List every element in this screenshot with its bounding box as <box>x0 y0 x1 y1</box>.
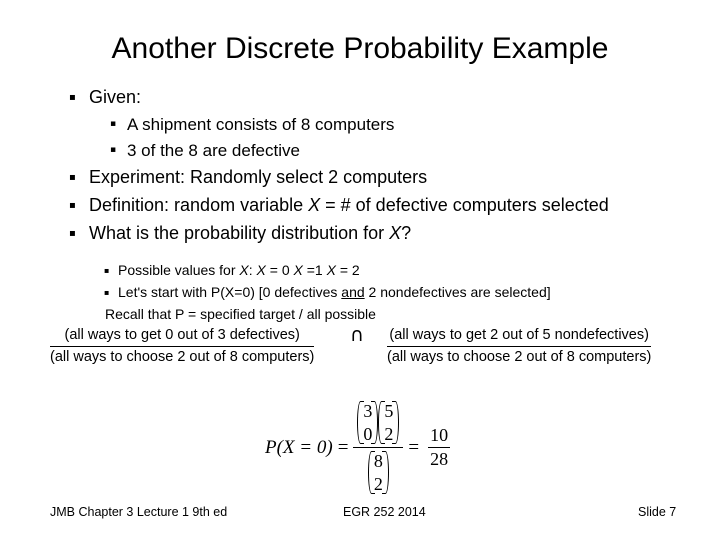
result-numerator: 10 <box>430 425 449 445</box>
slide-body: ▪ Given: ▪ A shipment consists of 8 comp… <box>0 84 720 326</box>
footer-left-text: JMB Chapter 3 Lecture 1 9th ed <box>50 505 228 519</box>
page-title: Another Discrete Probability Example <box>111 32 609 65</box>
question-suffix: ? <box>401 223 412 243</box>
equation-lhs: P(X = 0) <box>265 436 333 458</box>
equation-result-fraction: 10 28 <box>428 425 451 470</box>
bullet-item-question: ▪ What is the probability distribution f… <box>0 220 720 248</box>
binom2-bot: 2 <box>384 423 394 444</box>
bullet-square-icon: ▪ <box>69 92 76 103</box>
recall-line-label: Recall that P = specified target / all p… <box>105 306 376 322</box>
possible-values-var2: X <box>256 262 266 278</box>
ratio-row: (all ways to get 0 out of 3 defectives) … <box>0 326 720 366</box>
binomial-5-choose-2: 5 2 <box>378 400 400 445</box>
ratio-right-numerator: (all ways to get 2 out of 5 nondefective… <box>387 326 652 347</box>
bullet-square-icon: ▪ <box>110 119 117 129</box>
binom1-bot: 0 <box>363 423 373 444</box>
ratio-expressions: (all ways to get 0 out of 3 defectives) … <box>0 326 720 366</box>
start-line-underlined-and: and <box>341 284 365 300</box>
slide-canvas: Another Discrete Probability Example ▪ G… <box>0 0 720 540</box>
question-variable: X <box>389 223 402 243</box>
recall-line: Recall that P = specified target / all p… <box>0 304 720 326</box>
bullet-item-shipment: ▪ A shipment consists of 8 computers <box>0 112 720 138</box>
equation-inner: P(X = 0) = 3 0 5 2 8 2 = 10 28 <box>265 400 451 495</box>
binomial-8-choose-2: 8 2 <box>367 450 389 495</box>
definition-suffix: = # of defective computers selected <box>320 195 609 215</box>
bullet-square-icon: ▪ <box>104 288 110 297</box>
equation-equals-sign: = <box>337 436 349 458</box>
bullet-label-definition: Definition: random variable X = # of def… <box>89 192 609 219</box>
possible-values-sep1: : <box>248 262 257 278</box>
subbullet-possible-values: ▪ Possible values for X: X = 0 X =1 X = … <box>0 260 720 282</box>
bullet-item-definition: ▪ Definition: random variable X = # of d… <box>0 192 720 220</box>
equation-fraction-numerator: 3 0 5 2 <box>353 400 403 447</box>
footer-slide-number: Slide 7 <box>638 505 677 519</box>
possible-values-var1: X <box>239 262 249 278</box>
possible-values-val4: = 2 <box>335 262 360 278</box>
bullet-item-given: ▪ Given: <box>0 84 720 112</box>
bullet-square-icon: ▪ <box>110 145 117 155</box>
bullet-item-experiment: ▪ Experiment: Randomly select 2 computer… <box>0 164 720 192</box>
binom3-top: 8 <box>373 451 383 472</box>
subbullet-start-line: ▪ Let's start with P(X=0) [0 defectives … <box>0 282 720 304</box>
bullet-square-icon: ▪ <box>104 266 110 275</box>
binom2-top: 5 <box>384 401 394 421</box>
possible-values-var4: X <box>326 262 336 278</box>
ratio-left-numerator: (all ways to get 0 out of 3 defectives) <box>50 326 315 347</box>
bullet-label-given: Given: <box>89 87 142 107</box>
bullet-square-icon: ▪ <box>69 172 76 183</box>
footer-center-text: EGR 252 2014 <box>343 505 426 519</box>
bullet-label-shipment: A shipment consists of 8 computers <box>127 115 395 134</box>
result-denominator: 28 <box>430 449 449 470</box>
possible-values-val3: =1 <box>302 262 327 278</box>
possible-values-var3: X <box>293 262 303 278</box>
definition-variable: X <box>308 195 321 215</box>
start-line-prefix: Let's start with P(X=0) [0 defectives <box>118 284 342 300</box>
start-line-suffix: 2 nondefectives are selected] <box>364 284 551 300</box>
probability-equation: P(X = 0) = 3 0 5 2 8 2 = 10 28 <box>0 386 720 495</box>
bullet-label-experiment: Experiment: Randomly select 2 computers <box>89 167 428 187</box>
ratio-left-denominator: (all ways to choose 2 out of 8 computers… <box>50 349 315 365</box>
slide-footer: JMB Chapter 3 Lecture 1 9th ed EGR 252 2… <box>0 503 720 523</box>
ratio-right-fraction: (all ways to get 2 out of 5 nondefective… <box>387 326 652 367</box>
bullet-item-defective-count: ▪ 3 of the 8 are defective <box>0 138 720 164</box>
bullet-label-defective-count: 3 of the 8 are defective <box>127 141 300 160</box>
bullet-label-question: What is the probability distribution for… <box>89 220 411 247</box>
binom3-bot: 2 <box>373 473 383 494</box>
binom1-top: 3 <box>363 401 373 421</box>
subbullet-label-possible-values: Possible values for X: X = 0 X =1 X = 2 <box>118 260 360 281</box>
intersection-icon: ∩ <box>350 324 364 346</box>
bullet-square-icon: ▪ <box>69 228 76 239</box>
equation-equals-sign-2: = <box>408 436 420 458</box>
ratio-left-fraction: (all ways to get 0 out of 3 defectives) … <box>50 326 315 367</box>
equation-fraction-denominator: 8 2 <box>364 448 393 495</box>
bullet-square-icon: ▪ <box>69 200 76 211</box>
subbullet-label-start-line: Let's start with P(X=0) [0 defectives an… <box>118 282 551 303</box>
ratio-right-denominator: (all ways to choose 2 out of 8 computers… <box>387 349 652 365</box>
question-prefix: What is the probability distribution for <box>89 223 390 243</box>
possible-values-val2: = 0 <box>265 262 294 278</box>
possible-values-prefix: Possible values for <box>118 262 240 278</box>
binomial-3-choose-0: 3 0 <box>357 400 379 445</box>
definition-prefix: Definition: random variable <box>89 195 309 215</box>
equation-main-fraction: 3 0 5 2 8 2 <box>353 400 404 495</box>
